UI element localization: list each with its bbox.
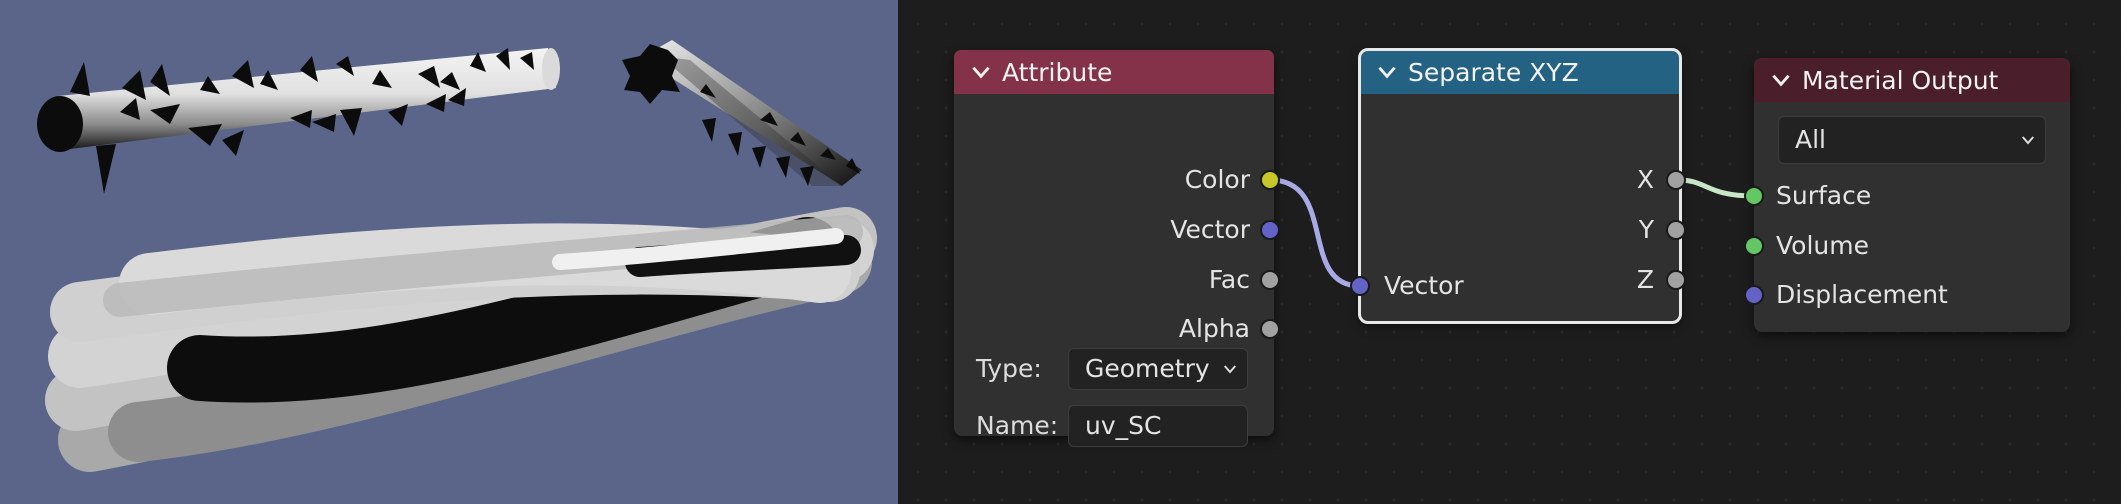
input-displacement-socket[interactable] bbox=[1744, 285, 1764, 305]
name-input[interactable]: uv_SC bbox=[1068, 405, 1248, 447]
material-output-node[interactable]: Material Output All Surface Volume Displ… bbox=[1744, 58, 2070, 332]
input-volume-socket[interactable] bbox=[1744, 236, 1764, 256]
input-displacement-label: Displacement bbox=[1776, 280, 1948, 309]
type-label: Type: bbox=[976, 354, 1042, 383]
spiky-cylinder bbox=[37, 48, 560, 194]
type-dropdown[interactable]: Geometry bbox=[1068, 348, 1248, 390]
output-x-label: X bbox=[1636, 165, 1654, 194]
output-fac-label: Fac bbox=[1208, 265, 1250, 294]
output-x-socket[interactable] bbox=[1666, 170, 1686, 190]
chevron-down-icon[interactable] bbox=[1768, 67, 1794, 93]
twisted-rope bbox=[45, 207, 877, 472]
output-z-label: Z bbox=[1636, 265, 1654, 294]
material-output-node-header[interactable]: Material Output bbox=[1754, 58, 2070, 102]
3d-viewport[interactable] bbox=[0, 0, 898, 504]
name-label: Name: bbox=[976, 411, 1059, 440]
shader-node-editor[interactable]: Attribute Color Vector Fac Alpha Type: G… bbox=[898, 0, 2121, 504]
output-fac-socket[interactable] bbox=[1260, 270, 1280, 290]
target-dropdown-value: All bbox=[1795, 125, 1826, 154]
input-vector-label: Vector bbox=[1384, 271, 1464, 300]
target-dropdown[interactable]: All bbox=[1778, 116, 2046, 164]
link-y-to-surface bbox=[1677, 177, 1755, 199]
output-vector-socket[interactable] bbox=[1260, 220, 1280, 240]
separate-xyz-node[interactable]: Separate XYZ X Y Z Vector bbox=[1350, 48, 1686, 324]
input-volume-label: Volume bbox=[1776, 231, 1869, 260]
output-color-socket[interactable] bbox=[1260, 170, 1280, 190]
star-strip bbox=[622, 40, 862, 186]
input-surface-label: Surface bbox=[1776, 181, 1872, 210]
output-y-label: Y bbox=[1638, 215, 1654, 244]
chevron-down-icon bbox=[1224, 365, 1236, 374]
output-z-socket[interactable] bbox=[1666, 270, 1686, 290]
viewport-render bbox=[37, 40, 877, 472]
output-vector-label: Vector bbox=[1170, 215, 1250, 244]
material-output-node-title: Material Output bbox=[1802, 65, 1999, 95]
chevron-down-icon[interactable] bbox=[1374, 59, 1400, 85]
output-alpha-label: Alpha bbox=[1178, 314, 1250, 343]
input-vector-socket[interactable] bbox=[1350, 276, 1370, 296]
chevron-down-icon[interactable] bbox=[968, 59, 994, 85]
separate-xyz-node-title: Separate XYZ bbox=[1408, 57, 1579, 87]
input-surface-socket[interactable] bbox=[1744, 186, 1764, 206]
type-dropdown-value: Geometry bbox=[1085, 354, 1210, 383]
output-color-label: Color bbox=[1184, 165, 1250, 194]
attribute-node[interactable]: Attribute Color Vector Fac Alpha Type: G… bbox=[954, 50, 1280, 447]
chevron-down-icon bbox=[2022, 136, 2034, 145]
output-y-socket[interactable] bbox=[1666, 220, 1686, 240]
attribute-node-header[interactable]: Attribute bbox=[954, 50, 1274, 94]
separate-xyz-node-header[interactable]: Separate XYZ bbox=[1360, 50, 1680, 94]
link-vector-to-vector bbox=[1269, 177, 1361, 289]
output-alpha-socket[interactable] bbox=[1260, 319, 1280, 339]
attribute-node-title: Attribute bbox=[1002, 57, 1113, 87]
